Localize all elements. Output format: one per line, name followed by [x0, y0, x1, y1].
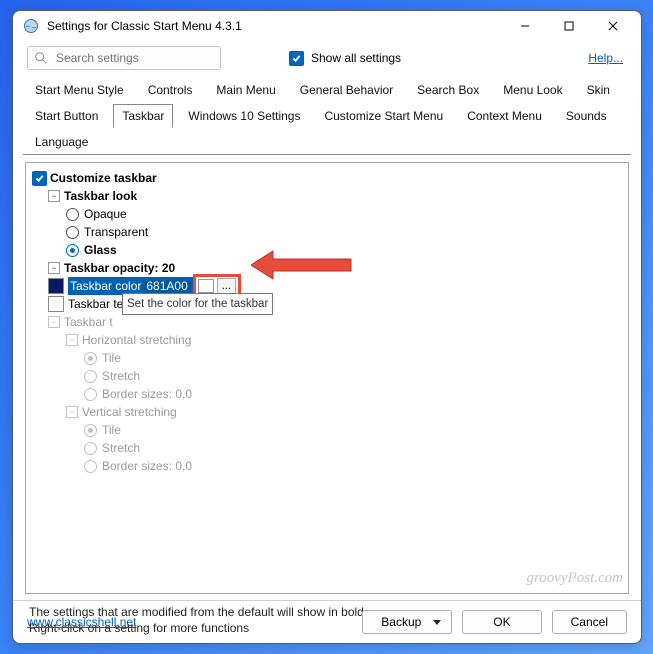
picker-swatch[interactable]: [198, 279, 214, 293]
tab-search-box[interactable]: Search Box: [408, 78, 488, 102]
color-value: 681A00: [143, 279, 190, 293]
settings-window: Settings for Classic Start Menu 4.3.1 Sh…: [12, 10, 642, 644]
maximize-button[interactable]: [547, 12, 591, 40]
website-link[interactable]: www.classicshell.net: [27, 615, 136, 629]
tab-main-menu[interactable]: Main Menu: [207, 78, 284, 102]
tab-taskbar[interactable]: Taskbar: [113, 104, 173, 128]
tab-menu-look[interactable]: Menu Look: [494, 78, 571, 102]
tab-context-menu[interactable]: Context Menu: [458, 104, 551, 128]
item-taskbar-texture: − Taskbar t: [48, 313, 622, 331]
item-v-stretch: −Vertical stretching: [66, 403, 622, 421]
settings-tree: Customize taskbar − Taskbar look Opaque …: [32, 169, 622, 475]
tab-start-button[interactable]: Start Button: [26, 104, 107, 128]
label: Backup: [381, 615, 421, 629]
value: 20: [162, 261, 175, 275]
collapse-icon: −: [48, 316, 60, 328]
label: Vertical stretching: [82, 403, 177, 421]
tab-skin[interactable]: Skin: [578, 78, 619, 102]
ok-button[interactable]: OK: [462, 610, 541, 634]
toolbar: Show all settings Help...: [13, 42, 641, 76]
label: Taskbar look: [64, 187, 137, 205]
label: Border sizes: 0,0: [102, 385, 192, 403]
checkbox-on-icon: [32, 171, 47, 186]
item-taskbar-look[interactable]: − Taskbar look: [48, 187, 622, 205]
search-icon: [34, 51, 48, 65]
settings-panel: Customize taskbar − Taskbar look Opaque …: [25, 162, 629, 594]
tab-sounds[interactable]: Sounds: [557, 104, 616, 128]
label: Horizontal stretching: [82, 331, 191, 349]
window-title: Settings for Classic Start Menu 4.3.1: [47, 19, 503, 33]
backup-button[interactable]: Backup: [362, 610, 452, 634]
collapse-icon[interactable]: −: [48, 262, 60, 274]
radio-v-stretch: Stretch: [84, 439, 622, 457]
label: Taskbar opacity:: [64, 261, 162, 275]
label: Transparent: [84, 223, 148, 241]
collapse-icon[interactable]: −: [48, 190, 60, 202]
tab-start-menu-style[interactable]: Start Menu Style: [26, 78, 133, 102]
dropdown-caret-icon: [433, 620, 441, 625]
collapse-icon: −: [66, 334, 78, 346]
close-button[interactable]: [591, 12, 635, 40]
tab-language[interactable]: Language: [26, 130, 97, 154]
label: Customize taskbar: [50, 169, 157, 187]
annotation-arrow-icon: [251, 245, 361, 285]
tab-controls[interactable]: Controls: [139, 78, 202, 102]
help-link[interactable]: Help...: [588, 51, 623, 65]
label: Stretch: [102, 367, 140, 385]
label: Taskbar color: [70, 279, 141, 293]
label: Stretch: [102, 439, 140, 457]
checkbox-on-icon: [289, 51, 304, 66]
radio-opaque[interactable]: Opaque: [66, 205, 622, 223]
tab-windows10[interactable]: Windows 10 Settings: [179, 104, 309, 128]
bottom-bar: www.classicshell.net Backup OK Cancel: [13, 600, 641, 643]
label: Tile: [102, 349, 121, 367]
minimize-button[interactable]: [503, 12, 547, 40]
watermark: groovyPost.com: [526, 570, 623, 587]
color-swatch: [48, 296, 64, 312]
collapse-icon: −: [66, 406, 78, 418]
picker-browse-button[interactable]: ...: [217, 278, 236, 294]
show-all-label: Show all settings: [311, 51, 401, 65]
label: Border sizes: 0,0: [102, 457, 192, 475]
search-box[interactable]: [27, 46, 221, 70]
color-swatch: [48, 278, 64, 294]
radio-transparent[interactable]: Transparent: [66, 223, 622, 241]
tab-strip: Start Menu Style Controls Main Menu Gene…: [13, 76, 641, 155]
search-input[interactable]: [54, 50, 214, 66]
label: Opaque: [84, 205, 127, 223]
item-h-border: Border sizes: 0,0: [84, 385, 622, 403]
item-h-stretch: −Horizontal stretching: [66, 331, 622, 349]
label: Tile: [102, 421, 121, 439]
radio-h-stretch: Stretch: [84, 367, 622, 385]
item-customize-taskbar[interactable]: Customize taskbar: [32, 169, 622, 187]
show-all-settings[interactable]: Show all settings: [289, 51, 401, 66]
radio-v-tile: Tile: [84, 421, 622, 439]
item-v-border: Border sizes: 0,0: [84, 457, 622, 475]
tab-underline: [23, 154, 631, 155]
title-bar: Settings for Classic Start Menu 4.3.1: [13, 11, 641, 42]
tooltip: Set the color for the taskbar: [122, 293, 273, 315]
cancel-button[interactable]: Cancel: [552, 610, 627, 634]
tab-general-behavior[interactable]: General Behavior: [291, 78, 402, 102]
tab-customize-start-menu[interactable]: Customize Start Menu: [315, 104, 452, 128]
label: Glass: [84, 241, 117, 259]
label: Taskbar t: [64, 313, 113, 331]
app-icon: [23, 18, 39, 34]
radio-h-tile: Tile: [84, 349, 622, 367]
